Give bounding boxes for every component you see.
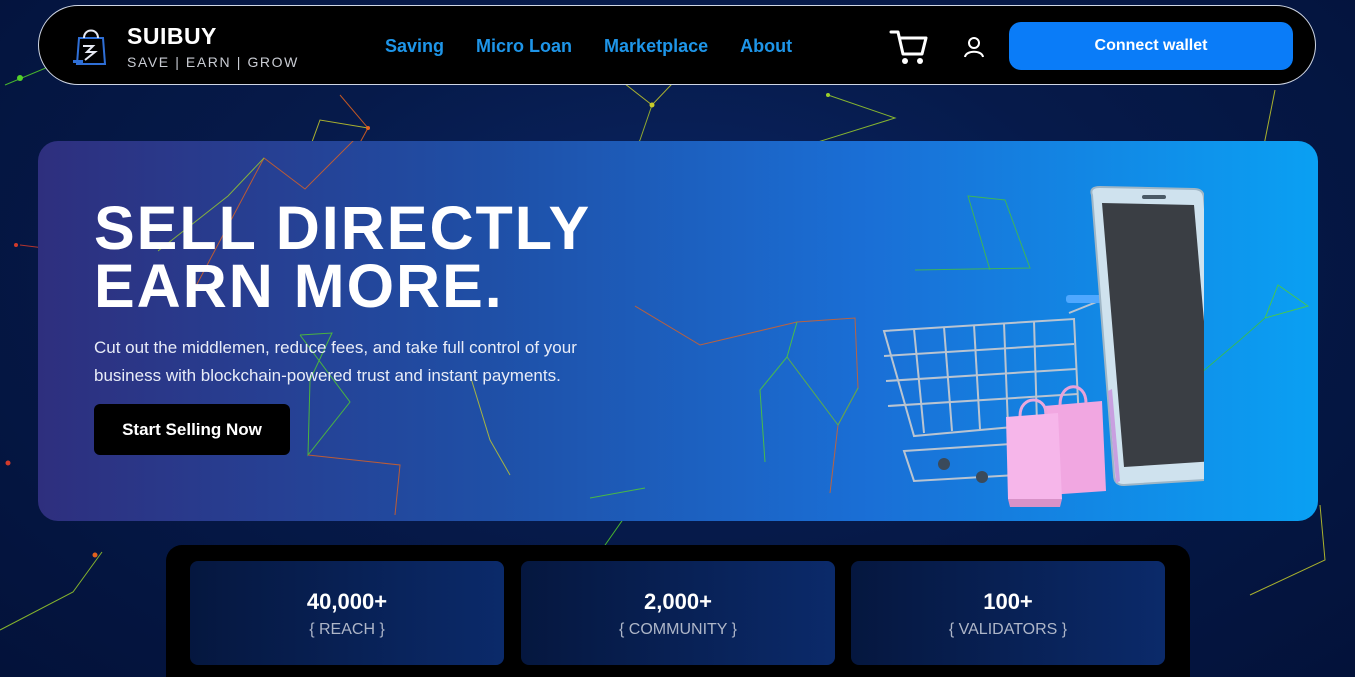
stats-section: 40,000+ { REACH } 2,000+ { COMMUNITY } 1… <box>166 545 1190 677</box>
navbar: SUIBUY SAVE | EARN | GROW Saving Micro L… <box>38 5 1316 85</box>
hero-title: SELL DIRECTLY EARN MORE. <box>94 194 592 320</box>
cart-icon[interactable] <box>889 28 929 66</box>
stat-value: 100+ <box>983 589 1033 614</box>
brand-name[interactable]: SUIBUY <box>127 22 299 50</box>
stat-card-community: 2,000+ { COMMUNITY } <box>521 561 835 665</box>
brand: SUIBUY SAVE | EARN | GROW <box>127 22 299 70</box>
stat-card-reach: 40,000+ { REACH } <box>190 561 504 665</box>
shopping-bags-illustration <box>1006 385 1106 507</box>
user-icon[interactable] <box>963 36 985 58</box>
nav-link-marketplace[interactable]: Marketplace <box>604 36 708 57</box>
stat-label: { REACH } <box>309 621 385 638</box>
stat-label: { VALIDATORS } <box>948 621 1068 638</box>
brand-tagline: SAVE | EARN | GROW <box>127 54 299 70</box>
shopping-bag-logo-icon[interactable] <box>69 24 109 68</box>
stat-value: 40,000+ <box>306 589 388 614</box>
connect-wallet-button[interactable]: Connect wallet <box>1009 22 1293 70</box>
page: SUIBUY SAVE | EARN | GROW Saving Micro L… <box>0 0 1355 677</box>
stat-value: 2,000+ <box>644 589 712 614</box>
nav-link-micro-loan[interactable]: Micro Loan <box>476 36 572 57</box>
hero-description: Cut out the middlemen, reduce fees, and … <box>94 338 577 385</box>
phone-cart-illustration <box>882 185 1204 507</box>
stat-label: { COMMUNITY } <box>619 621 737 638</box>
nav-link-about[interactable]: About <box>740 36 792 57</box>
stat-card-validators: 100+ { VALIDATORS } <box>851 561 1165 665</box>
nav-link-saving[interactable]: Saving <box>385 36 444 57</box>
smartphone-illustration <box>1090 185 1204 487</box>
hero-title-line-1: SELL DIRECTLY <box>94 194 592 262</box>
main-nav: Saving Micro Loan Marketplace About <box>385 36 792 57</box>
hero-banner: SELL DIRECTLY EARN MORE. Cut out the mid… <box>38 141 1318 521</box>
start-selling-button[interactable]: Start Selling Now <box>94 404 290 455</box>
hero-title-line-2: EARN MORE. <box>94 252 504 320</box>
